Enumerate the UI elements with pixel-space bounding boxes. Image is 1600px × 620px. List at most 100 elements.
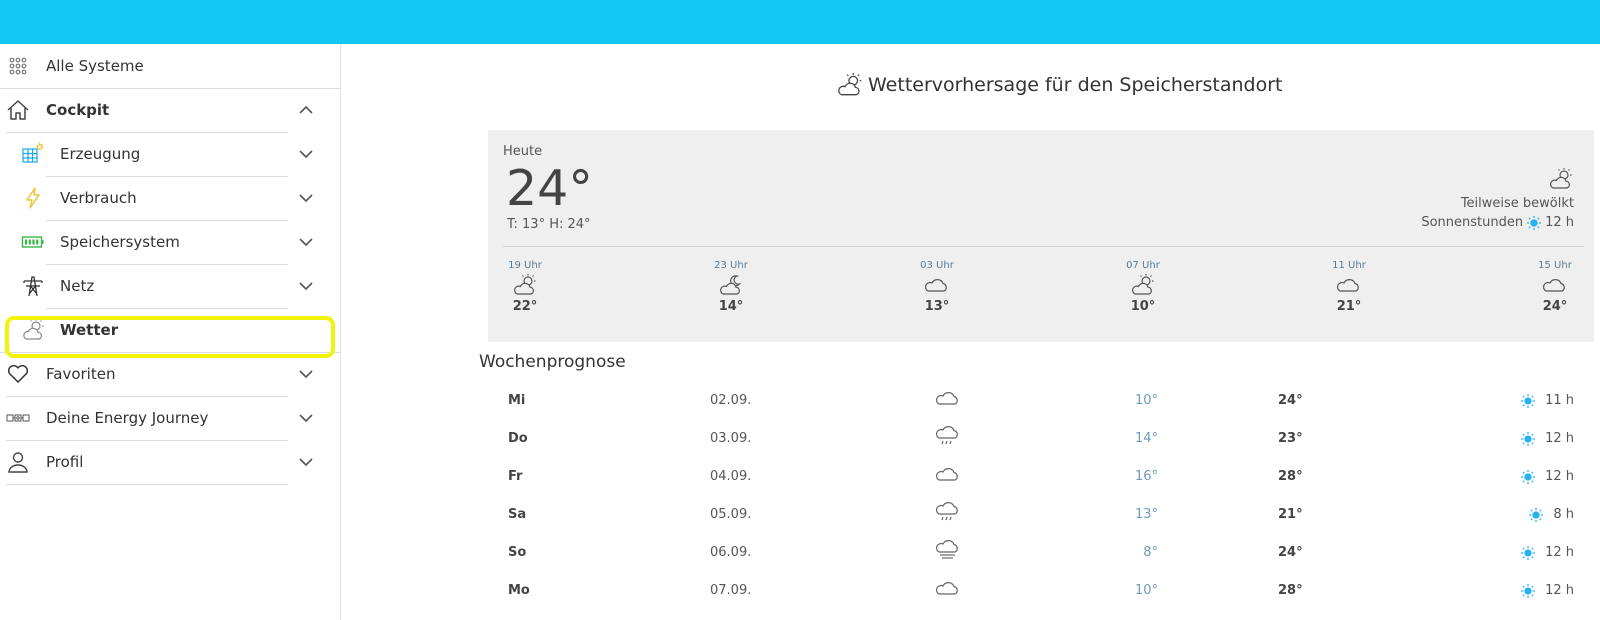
sidebar-item-label: Cockpit <box>46 101 110 119</box>
sidebar-item-label: Netz <box>60 277 95 295</box>
sun-icon <box>1521 431 1536 446</box>
partly-cloudy-icon <box>838 73 862 96</box>
max-temp: 28° <box>1278 583 1303 598</box>
sunshine-hours: 12 h <box>1545 215 1574 230</box>
sun-hours: 8 h <box>1553 507 1574 522</box>
journey-icon <box>5 405 31 431</box>
chevron-down-icon[interactable] <box>298 410 314 426</box>
day-date: 04.09. <box>710 469 752 484</box>
hour-temp: 10° <box>1130 299 1156 314</box>
hour-time: 07 Uhr <box>1126 260 1160 271</box>
cloud-icon <box>935 582 958 595</box>
week-forecast-row: Mo 07.09. 10° 28° 12 h <box>488 573 1594 611</box>
power-pylon-icon <box>20 273 46 299</box>
grid-icon <box>5 53 31 79</box>
heart-icon <box>5 361 31 387</box>
cloud-icon <box>924 279 947 292</box>
sun-icon <box>1527 215 1542 230</box>
max-temp: 24° <box>1278 393 1303 408</box>
day-name: So <box>508 545 527 560</box>
solar-panel-icon <box>20 141 46 167</box>
sidebar-item-label: Erzeugung <box>60 145 141 163</box>
today-min-max: T: 13° H: 24° <box>507 217 591 232</box>
day-name: Fr <box>508 469 523 484</box>
sidebar-item-label: Favoriten <box>46 365 116 383</box>
chevron-down-icon[interactable] <box>298 146 314 162</box>
sidebar-item-verbrauch[interactable]: Verbrauch <box>0 176 330 220</box>
min-temp: 14° <box>1134 431 1158 446</box>
chevron-down-icon[interactable] <box>298 454 314 470</box>
day-date: 03.09. <box>710 431 752 446</box>
max-temp: 21° <box>1278 507 1303 522</box>
sidebar-item-speichersystem[interactable]: Speichersystem <box>0 220 330 264</box>
hourly-forecast-item: 23 Uhr 14° <box>706 260 756 314</box>
day-date: 05.09. <box>710 507 752 522</box>
sidebar-item-netz[interactable]: Netz <box>0 264 330 308</box>
sidebar-item-label: Profil <box>46 453 84 471</box>
max-temp: 23° <box>1278 431 1303 446</box>
today-condition: Teilweise bewölkt <box>1460 196 1574 211</box>
hour-temp: 24° <box>1542 299 1568 314</box>
battery-icon <box>20 229 46 255</box>
hourly-forecast-item: 03 Uhr 13° <box>912 260 962 314</box>
min-temp: 13° <box>1134 507 1158 522</box>
sun-hours: 12 h <box>1545 431 1574 446</box>
sun-icon <box>1521 545 1536 560</box>
min-temp: 8° <box>1143 545 1158 560</box>
top-bar <box>0 0 1600 44</box>
sun-hours: 12 h <box>1545 545 1574 560</box>
day-date: 07.09. <box>710 583 752 598</box>
sidebar-item-favoriten[interactable]: Favoriten <box>0 352 330 396</box>
sun-icon <box>1529 507 1544 522</box>
rain-icon <box>935 502 958 521</box>
hour-temp: 13° <box>924 299 950 314</box>
page-title: Wettervorhersage für den Speicherstandor… <box>836 70 1282 100</box>
today-temperature: 24° <box>506 160 593 217</box>
hourly-forecast-item: 07 Uhr 10° <box>1118 260 1168 314</box>
chevron-down-icon[interactable] <box>298 366 314 382</box>
sidebar-item-erzeugung[interactable]: Erzeugung <box>0 132 330 176</box>
week-forecast-title: Wochenprognose <box>479 352 626 372</box>
all-systems-link[interactable]: Alle Systeme <box>0 44 341 88</box>
min-temp: 10° <box>1134 583 1158 598</box>
cloud-icon <box>935 468 958 481</box>
hourly-forecast-item: 19 Uhr 22° <box>500 260 550 314</box>
day-name: Sa <box>508 507 527 522</box>
day-date: 06.09. <box>710 545 752 560</box>
chevron-down-icon[interactable] <box>298 278 314 294</box>
partly-cloudy-day-icon <box>1132 274 1154 295</box>
max-temp: 24° <box>1278 545 1303 560</box>
today-sunshine: Sonnenstunden 12 h <box>1421 215 1574 230</box>
sidebar-item-cockpit[interactable]: Cockpit <box>0 88 330 132</box>
chevron-down-icon[interactable] <box>298 190 314 206</box>
hour-time: 23 Uhr <box>714 260 748 271</box>
week-forecast-row: Do 03.09. 14° 23° 12 h <box>488 421 1594 459</box>
partly-cloudy-day-icon <box>514 274 536 295</box>
day-name: Mi <box>508 393 526 408</box>
user-icon <box>5 449 31 475</box>
min-temp: 10° <box>1134 393 1158 408</box>
today-card: Heute 24° T: 13° H: 24° Teilweise bewölk… <box>488 130 1594 342</box>
home-icon <box>5 97 31 123</box>
min-temp: 16° <box>1134 469 1158 484</box>
week-forecast-row: Mi 02.09. 10° 24° 11 h <box>488 383 1594 421</box>
fog-icon <box>935 540 958 559</box>
sun-icon <box>1521 393 1536 408</box>
sidebar-item-label: Verbrauch <box>60 189 137 207</box>
today-label: Heute <box>503 144 543 159</box>
week-forecast-row: Fr 04.09. 16° 28° 12 h <box>488 459 1594 497</box>
divider <box>6 484 288 485</box>
page-title-text: Wettervorhersage für den Speicherstandor… <box>868 74 1283 96</box>
rain-icon <box>935 426 958 445</box>
chevron-down-icon[interactable] <box>298 234 314 250</box>
hour-time: 03 Uhr <box>920 260 954 271</box>
chevron-up-icon[interactable] <box>298 102 314 118</box>
hour-time: 15 Uhr <box>1538 260 1572 271</box>
sun-hours: 12 h <box>1545 469 1574 484</box>
sunshine-label: Sonnenstunden <box>1421 215 1524 230</box>
week-forecast-row: Sa 05.09. 13° 21° 8 h <box>488 497 1594 535</box>
sidebar-item-energy-journey[interactable]: Deine Energy Journey <box>0 396 330 440</box>
week-forecast-row: So 06.09. 8° 24° 12 h <box>488 535 1594 573</box>
divider <box>503 246 1584 247</box>
sidebar-item-profil[interactable]: Profil <box>0 440 330 484</box>
